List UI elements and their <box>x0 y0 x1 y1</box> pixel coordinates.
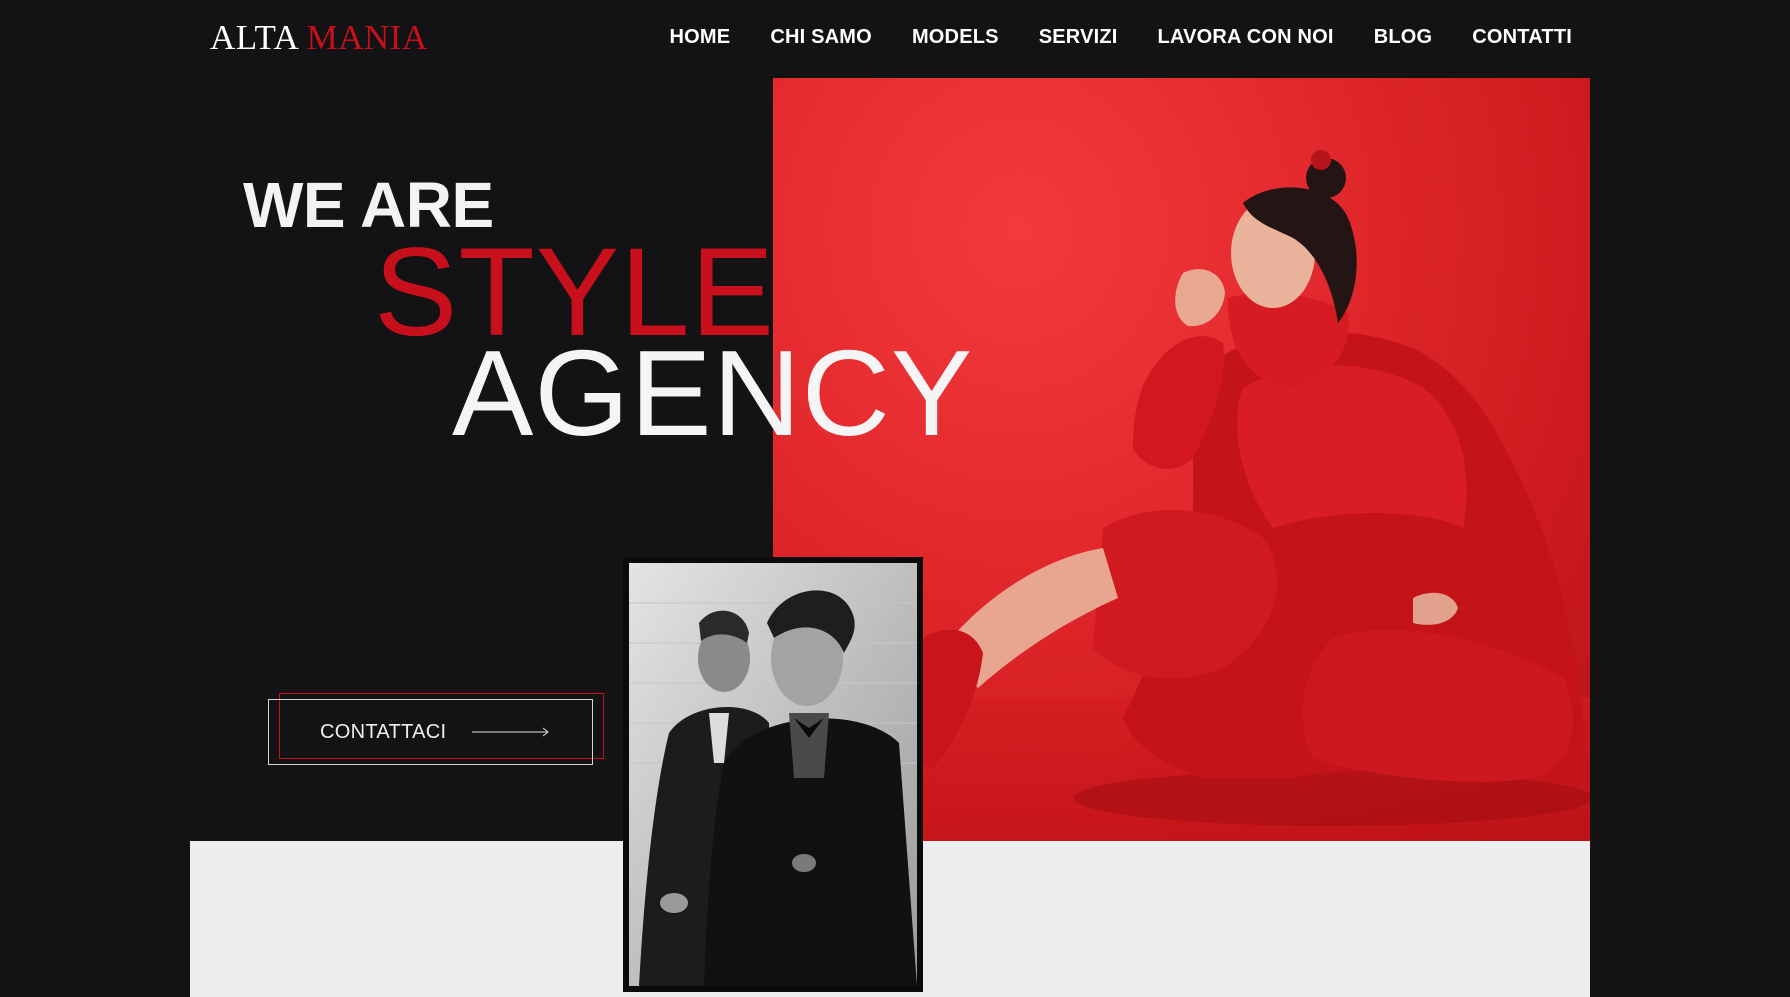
contattaci-button[interactable]: CONTATTACI <box>268 699 593 765</box>
site-logo[interactable]: ALTA MANIA <box>210 18 428 58</box>
main-nav: HOME CHI SAMO MODELS SERVIZI LAVORA CON … <box>670 22 1572 52</box>
nav-item-contatti[interactable]: CONTATTI <box>1472 22 1572 52</box>
arrow-right-icon <box>472 727 550 737</box>
men-in-suits-photo <box>623 557 923 992</box>
nav-item-chi-samo[interactable]: CHI SAMO <box>770 22 872 52</box>
nav-item-blog[interactable]: BLOG <box>1374 22 1433 52</box>
nav-item-servizi[interactable]: SERVIZI <box>1039 22 1118 52</box>
men-in-suits-illustration <box>629 563 917 986</box>
page: ALTA MANIA HOME CHI SAMO MODELS SERVIZI … <box>0 0 1790 997</box>
logo-word-alta: ALTA <box>210 18 298 57</box>
contattaci-button-label: CONTATTACI <box>320 720 447 743</box>
nav-item-lavora-con-noi[interactable]: LAVORA CON NOI <box>1158 22 1334 52</box>
logo-word-mania: MANIA <box>306 18 428 57</box>
nav-item-models[interactable]: MODELS <box>912 22 999 52</box>
hero-heading-line-3: AGENCY <box>452 325 974 461</box>
nav-item-home[interactable]: HOME <box>670 22 731 52</box>
